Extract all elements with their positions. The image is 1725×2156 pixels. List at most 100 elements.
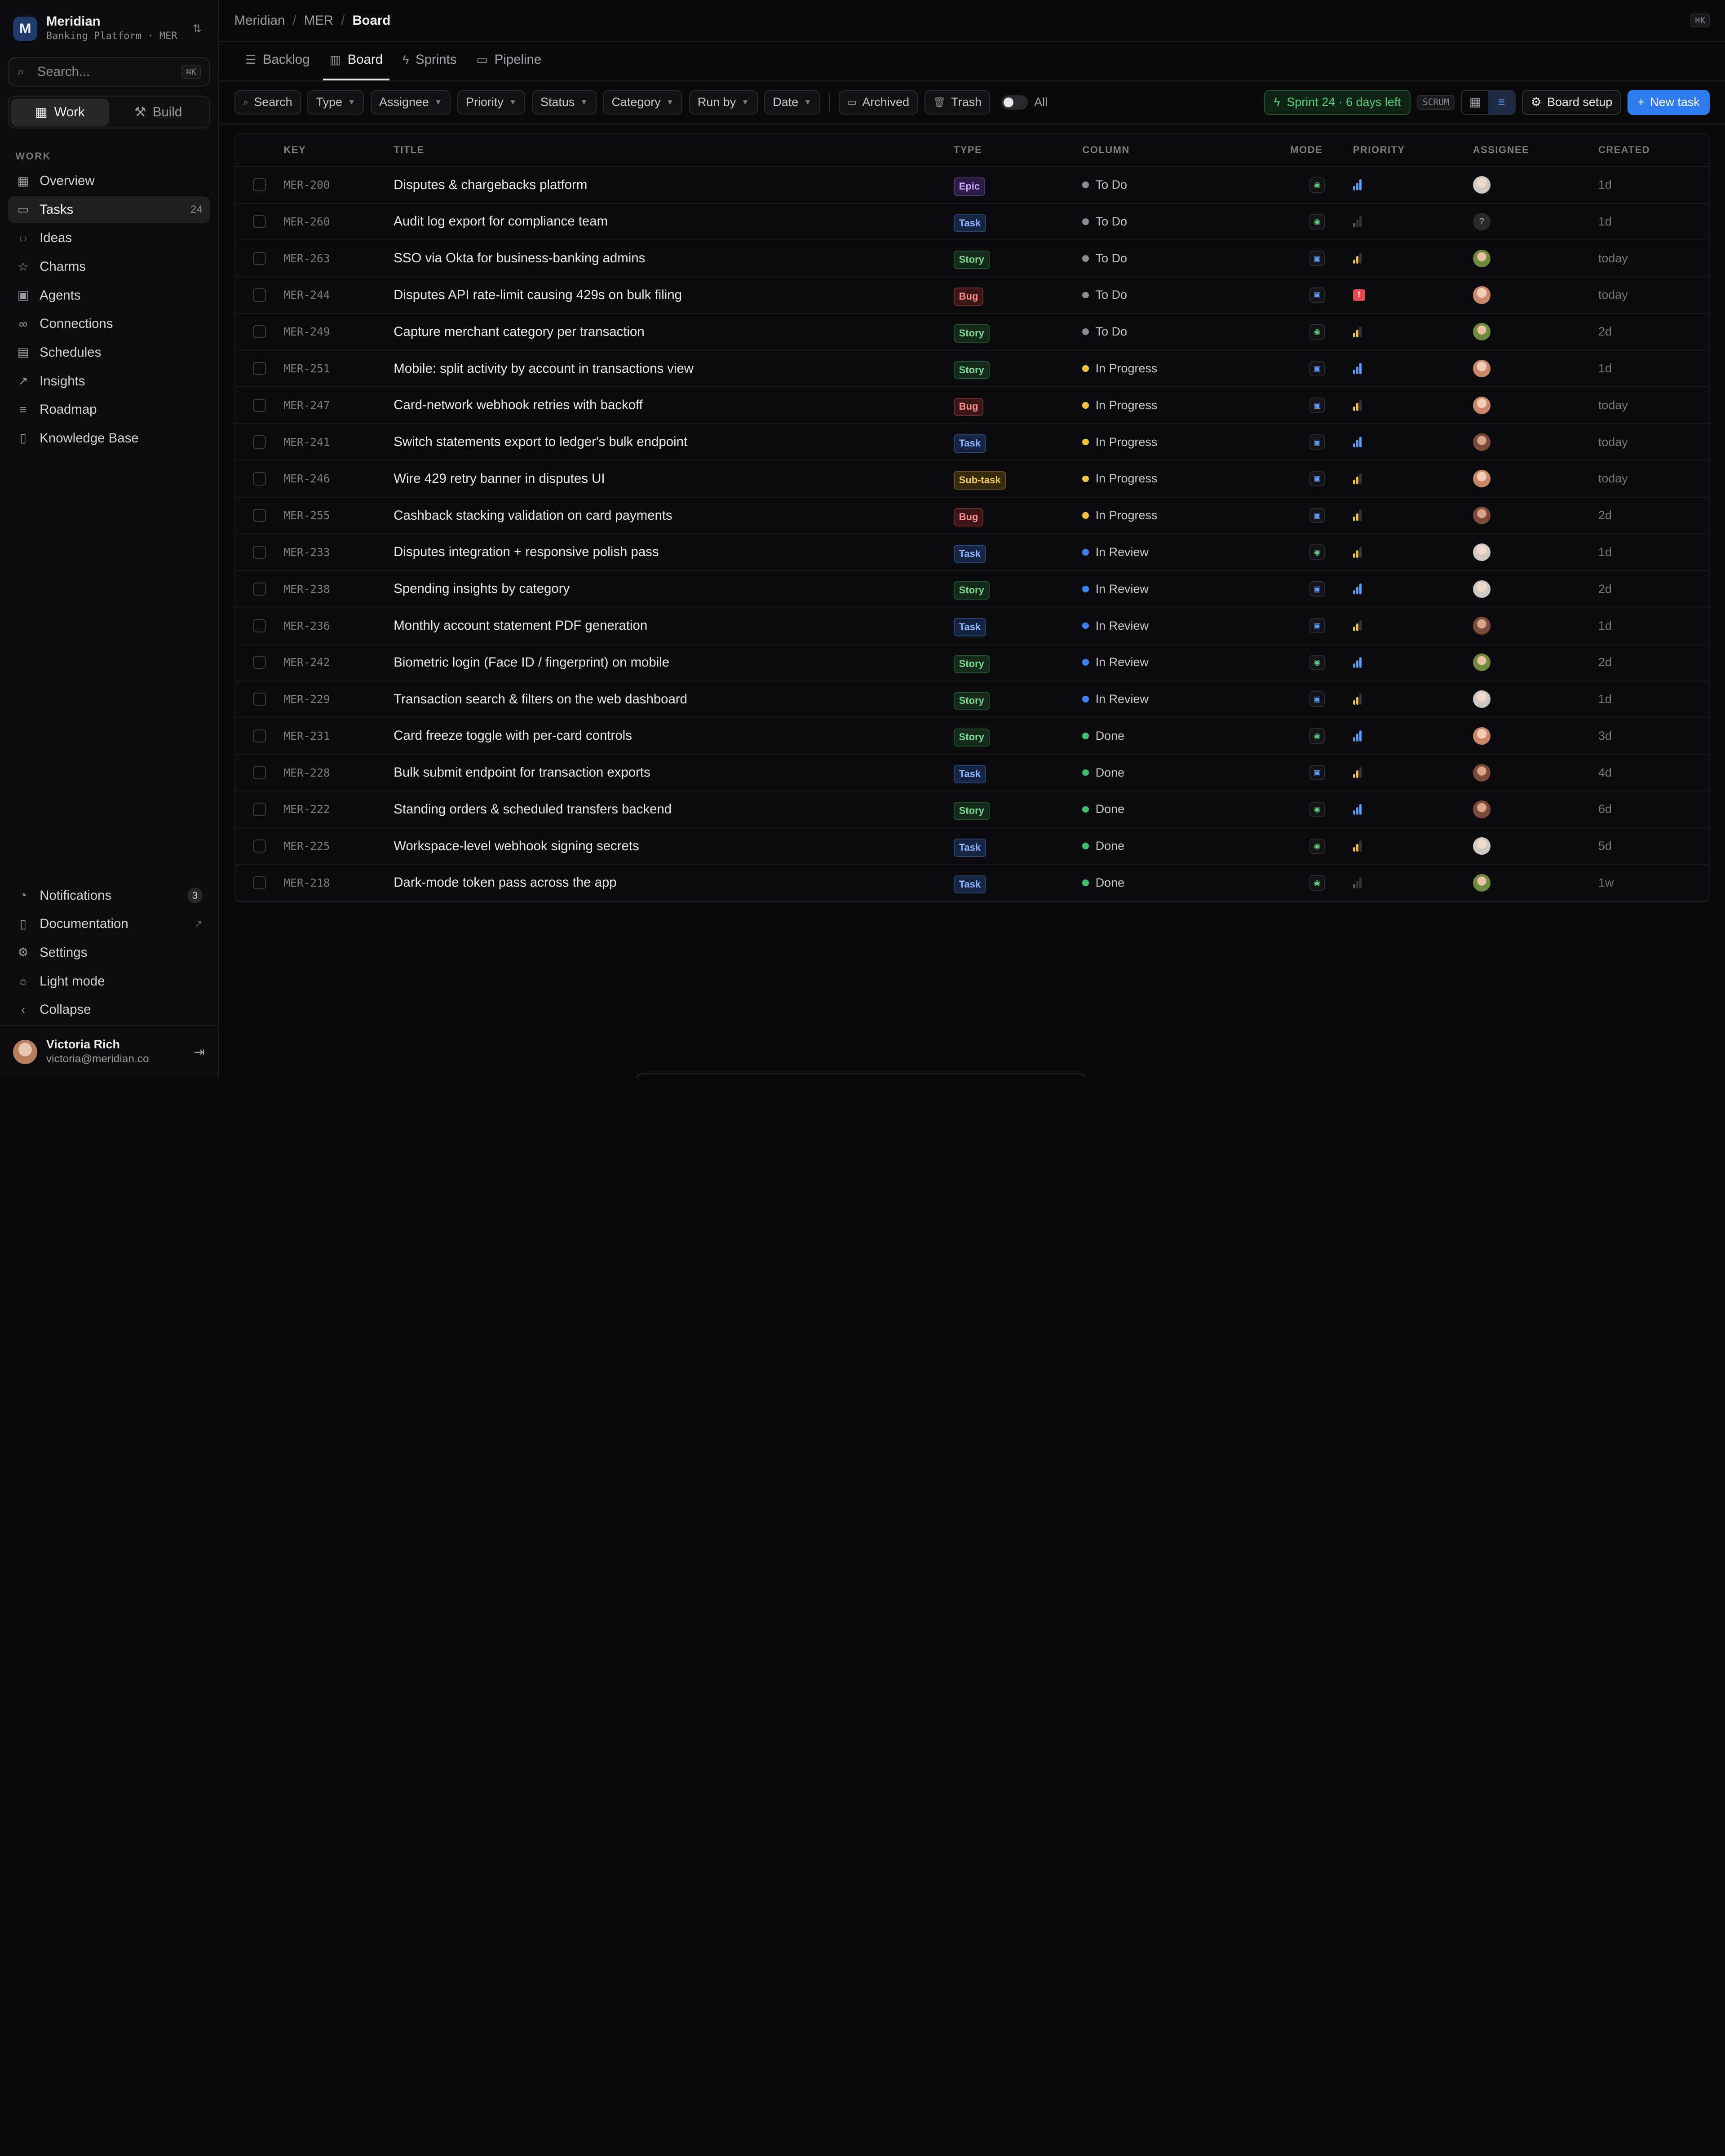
task-key[interactable]: MER-222: [283, 803, 394, 816]
list-view-icon[interactable]: ≡: [1488, 90, 1515, 115]
task-key[interactable]: MER-231: [283, 729, 394, 742]
row-checkbox[interactable]: [252, 252, 266, 265]
task-title[interactable]: SSO via Okta for business-banking admins: [394, 251, 954, 266]
table-row[interactable]: MER-246 Wire 429 retry banner in disputes…: [235, 461, 1709, 498]
table-row[interactable]: MER-222 Standing orders & scheduled trans…: [235, 791, 1709, 828]
segment-build[interactable]: ⚒ Build: [109, 99, 208, 126]
sidebar-search[interactable]: ⌕ Search... ⌘K: [8, 57, 211, 87]
avatar[interactable]: [1473, 433, 1491, 451]
task-key[interactable]: MER-260: [283, 215, 394, 228]
breadcrumb-item[interactable]: Meridian: [234, 13, 285, 28]
row-checkbox[interactable]: [252, 729, 266, 743]
avatar[interactable]: [1473, 617, 1491, 635]
header-assignee[interactable]: ASSIGNEE: [1473, 144, 1598, 156]
avatar[interactable]: [1473, 800, 1491, 818]
unassigned-avatar[interactable]: ?: [1473, 212, 1491, 230]
table-row[interactable]: MER-247 Card-network webhook retries with…: [235, 387, 1709, 424]
task-title[interactable]: Audit log export for compliance team: [394, 214, 954, 229]
task-key[interactable]: MER-233: [283, 546, 394, 559]
avatar[interactable]: [1473, 286, 1491, 304]
task-key[interactable]: MER-249: [283, 325, 394, 338]
task-key[interactable]: MER-225: [283, 839, 394, 853]
task-title[interactable]: Standing orders & scheduled transfers ba…: [394, 802, 954, 817]
row-checkbox[interactable]: [252, 178, 266, 192]
sidebar-item-notifications[interactable]: ◔ Notifications 3: [8, 882, 210, 909]
row-checkbox[interactable]: [252, 472, 266, 486]
table-row[interactable]: MER-241 Switch statements export to ledge…: [235, 424, 1709, 461]
avatar[interactable]: [1473, 359, 1491, 378]
sidebar-item-settings[interactable]: ⚙ Settings: [8, 940, 210, 966]
filter-run-by[interactable]: Run by ▼: [689, 90, 758, 115]
row-checkbox[interactable]: [252, 362, 266, 376]
table-row[interactable]: MER-244 Disputes API rate-limit causing 4…: [235, 277, 1709, 314]
avatar[interactable]: [1473, 690, 1491, 708]
task-title[interactable]: Biometric login (Face ID / fingerprint) …: [394, 655, 954, 670]
task-title[interactable]: Cashback stacking validation on card pay…: [394, 508, 954, 523]
task-title[interactable]: Workspace-level webhook signing secrets: [394, 839, 954, 854]
header-key[interactable]: KEY: [283, 144, 394, 156]
header-column[interactable]: COLUMN: [1082, 144, 1281, 156]
row-checkbox[interactable]: [252, 876, 266, 890]
task-title[interactable]: Switch statements export to ledger's bul…: [394, 434, 954, 450]
tab-sprints[interactable]: ϟ Sprints: [396, 41, 463, 80]
row-checkbox[interactable]: [252, 766, 266, 779]
table-row[interactable]: MER-229 Transaction search & filters on t…: [235, 681, 1709, 718]
sidebar-item-roadmap[interactable]: ≡ Roadmap: [8, 397, 210, 423]
table-row[interactable]: MER-233 Disputes integration + responsive…: [235, 535, 1709, 571]
task-title[interactable]: Wire 429 retry banner in disputes UI: [394, 471, 954, 486]
avatar[interactable]: [1473, 543, 1491, 561]
sidebar-item-insights[interactable]: ↗ Insights: [8, 368, 210, 394]
table-row[interactable]: MER-249 Capture merchant category per tra…: [235, 314, 1709, 351]
row-checkbox[interactable]: [252, 692, 266, 706]
avatar[interactable]: [1473, 470, 1491, 488]
workspace-switcher[interactable]: M Meridian Banking Platform · MER ⇅: [0, 0, 218, 44]
task-key[interactable]: MER-241: [283, 436, 394, 449]
sidebar-item-schedules[interactable]: ▤ Schedules: [8, 340, 210, 366]
filter-assignee[interactable]: Assignee ▼: [371, 90, 451, 115]
tab-pipeline[interactable]: ▭ Pipeline: [470, 41, 548, 80]
table-row[interactable]: MER-260 Audit log export for compliance t…: [235, 204, 1709, 241]
task-title[interactable]: Card-network webhook retries with backof…: [394, 398, 954, 413]
task-key[interactable]: MER-238: [283, 583, 394, 596]
sidebar-item-connections[interactable]: ∞ Connections: [8, 311, 210, 337]
task-key[interactable]: MER-255: [283, 509, 394, 522]
tab-backlog[interactable]: ☰ Backlog: [239, 41, 316, 80]
table-row[interactable]: MER-238 Spending insights by category Stor…: [235, 571, 1709, 608]
sidebar-item-collapse[interactable]: ‹ Collapse: [8, 997, 210, 1023]
task-title[interactable]: Spending insights by category: [394, 581, 954, 596]
sprint-badge[interactable]: ϟ Sprint 24 · 6 days left: [1264, 89, 1411, 115]
task-title[interactable]: Mobile: split activity by account in tra…: [394, 361, 954, 376]
task-title[interactable]: Transaction search & filters on the web …: [394, 692, 954, 707]
table-row[interactable]: MER-263 SSO via Okta for business-banking…: [235, 240, 1709, 278]
task-key[interactable]: MER-236: [283, 619, 394, 632]
table-row[interactable]: MER-255 Cashback stacking validation on c…: [235, 498, 1709, 535]
task-key[interactable]: MER-247: [283, 399, 394, 412]
sidebar-item-ideas[interactable]: ◌ Ideas: [8, 225, 210, 252]
sidebar-item-light-mode[interactable]: ☼ Light mode: [8, 968, 210, 994]
row-checkbox[interactable]: [252, 803, 266, 816]
tab-board[interactable]: ▥ Board: [323, 41, 389, 81]
task-title[interactable]: Card freeze toggle with per-card control…: [394, 728, 954, 743]
task-key[interactable]: MER-229: [283, 693, 394, 706]
archived-button[interactable]: ▭ Archived: [839, 90, 918, 115]
task-title[interactable]: Dark-mode token pass across the app: [394, 875, 954, 890]
task-key[interactable]: MER-218: [283, 876, 394, 889]
header-priority[interactable]: PRIORITY: [1353, 144, 1473, 156]
avatar[interactable]: [1473, 176, 1491, 194]
row-checkbox[interactable]: [252, 398, 266, 412]
header-type[interactable]: TYPE: [954, 144, 1083, 156]
avatar[interactable]: [1473, 874, 1491, 892]
avatar[interactable]: [1473, 507, 1491, 525]
task-title[interactable]: Capture merchant category per transactio…: [394, 324, 954, 340]
task-key[interactable]: MER-200: [283, 178, 394, 191]
avatar[interactable]: [1473, 654, 1491, 672]
row-checkbox[interactable]: [252, 288, 266, 302]
task-key[interactable]: MER-228: [283, 766, 394, 779]
board-setup-button[interactable]: ⚙ Board setup: [1522, 89, 1621, 115]
task-title[interactable]: Disputes integration + responsive polish…: [394, 544, 954, 560]
avatar[interactable]: [1473, 396, 1491, 414]
trash-button[interactable]: 🗑︎ Trash: [924, 90, 991, 115]
header-mode[interactable]: MODE: [1282, 144, 1353, 156]
sidebar-item-charms[interactable]: ☆ Charms: [8, 254, 210, 280]
filter-priority[interactable]: Priority ▼: [457, 90, 526, 115]
